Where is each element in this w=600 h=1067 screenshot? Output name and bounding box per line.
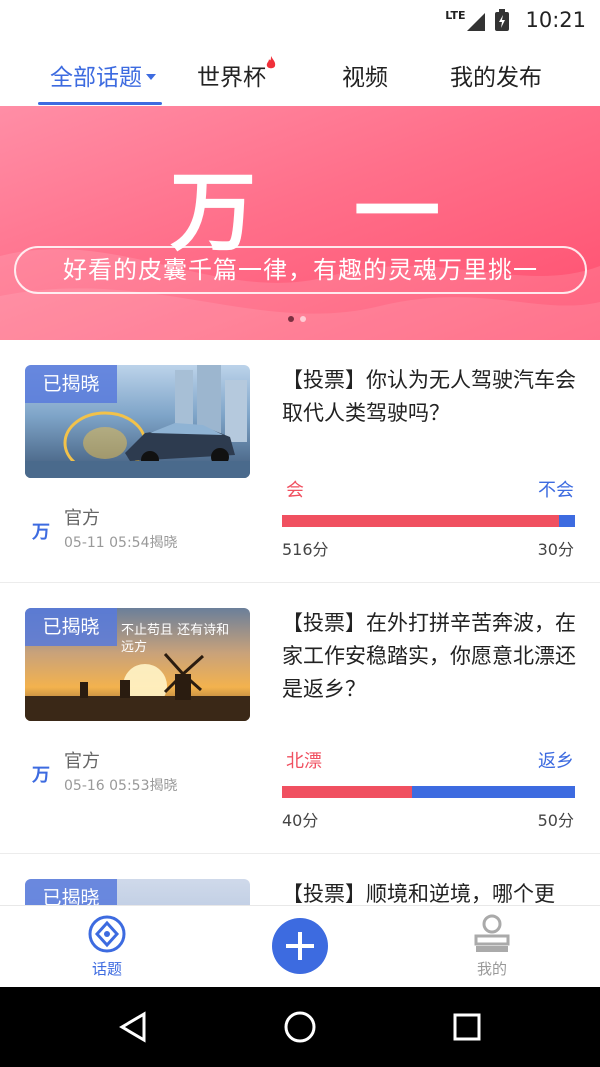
- fire-icon: [266, 56, 276, 69]
- author-info: 万 官方 05-16 05:53揭晓: [32, 747, 177, 795]
- vote-bar-right: [558, 515, 575, 527]
- status-badge: 已揭晓: [25, 365, 117, 403]
- vote-bar-left: [282, 786, 413, 798]
- author-name: 官方: [64, 751, 100, 772]
- author-info: 万 官方 05-11 05:54揭晓: [32, 504, 177, 552]
- recents-icon[interactable]: [452, 1012, 482, 1042]
- tab-label: 我的发布: [450, 65, 542, 91]
- right-score: 50分: [537, 811, 574, 830]
- vote-ratio-bar: [282, 786, 575, 798]
- carousel-dot[interactable]: [288, 316, 294, 322]
- nav-label: 我的: [476, 960, 507, 978]
- lte-signal-icon: LTE: [445, 10, 486, 31]
- banner-slogan: 好看的皮囊千篇一律，有趣的灵魂万里挑一: [14, 246, 587, 294]
- back-icon[interactable]: [118, 1011, 150, 1043]
- vote-ratio-bar: [282, 515, 575, 527]
- option-left-label: 北漂: [286, 751, 322, 772]
- clock: 10:21: [525, 8, 586, 32]
- system-navigation-bar: [0, 987, 600, 1067]
- left-score: 516分: [282, 540, 329, 559]
- left-score: 40分: [282, 811, 319, 830]
- right-score: 30分: [537, 540, 574, 559]
- add-topic-button[interactable]: [272, 918, 328, 974]
- carousel-dot[interactable]: [300, 316, 306, 322]
- tab-label: 全部话题: [50, 65, 142, 91]
- option-right-label: 不会: [538, 480, 574, 501]
- tab-all-topics[interactable]: 全部话题: [50, 58, 156, 92]
- topic-tabs: 全部话题 世界杯 视频 我的发布: [0, 48, 600, 106]
- status-bar: LTE 10:21: [0, 0, 600, 40]
- vote-card[interactable]: 已揭晓 【投票】你认为无人驾驶汽车会取代人类驾驶吗？ 万 官方 05-11 05…: [0, 340, 600, 583]
- vote-card[interactable]: 不止苟且 还有诗和远方 已揭晓 【投票】在外打拼辛苦奔波，在家工作安稳踏实，你愿…: [0, 583, 600, 854]
- vote-bar-right: [412, 786, 575, 798]
- tab-world-cup[interactable]: 世界杯: [197, 56, 276, 92]
- nav-mine[interactable]: 我的: [472, 914, 512, 979]
- topic-icon: [88, 915, 126, 953]
- author-name: 官方: [64, 508, 100, 529]
- carousel-indicator: [288, 316, 306, 322]
- tab-label: 世界杯: [197, 65, 266, 91]
- bottom-nav: 话题 我的: [0, 905, 600, 987]
- official-logo-icon: 万: [32, 522, 50, 543]
- home-icon[interactable]: [283, 1010, 317, 1044]
- tab-my-posts[interactable]: 我的发布: [450, 58, 542, 92]
- windmill-thumbnail: 不止苟且 还有诗和远方 已揭晓: [25, 608, 250, 721]
- nav-label: 话题: [91, 960, 122, 978]
- tab-label: 视频: [342, 65, 388, 91]
- car-thumbnail: 已揭晓: [25, 365, 250, 478]
- vote-question[interactable]: 【投票】在外打拼辛苦奔波，在家工作安稳踏实，你愿意北漂还是返乡？: [282, 607, 582, 706]
- active-tab-indicator: [38, 102, 162, 105]
- promo-banner[interactable]: 万 一 好看的皮囊千篇一律，有趣的灵魂万里挑一: [0, 106, 600, 340]
- official-logo-icon: 万: [32, 765, 50, 786]
- nav-topics[interactable]: 话题: [86, 914, 128, 979]
- caret-down-icon: [146, 73, 156, 80]
- reveal-date: 05-16 05:53揭晓: [64, 778, 178, 794]
- thumbnail-caption: 不止苟且 还有诗和远方: [121, 623, 230, 655]
- vote-question[interactable]: 【投票】你认为无人驾驶汽车会取代人类驾驶吗？: [282, 364, 582, 430]
- vote-bar-left: [282, 515, 559, 527]
- reveal-date: 05-11 05:54揭晓: [64, 535, 178, 551]
- tab-video[interactable]: 视频: [342, 58, 388, 92]
- status-badge: 已揭晓: [25, 608, 117, 646]
- option-right-label: 返乡: [538, 751, 574, 772]
- user-icon: [474, 914, 510, 952]
- battery-charging-icon: [495, 9, 510, 31]
- option-left-label: 会: [286, 480, 304, 501]
